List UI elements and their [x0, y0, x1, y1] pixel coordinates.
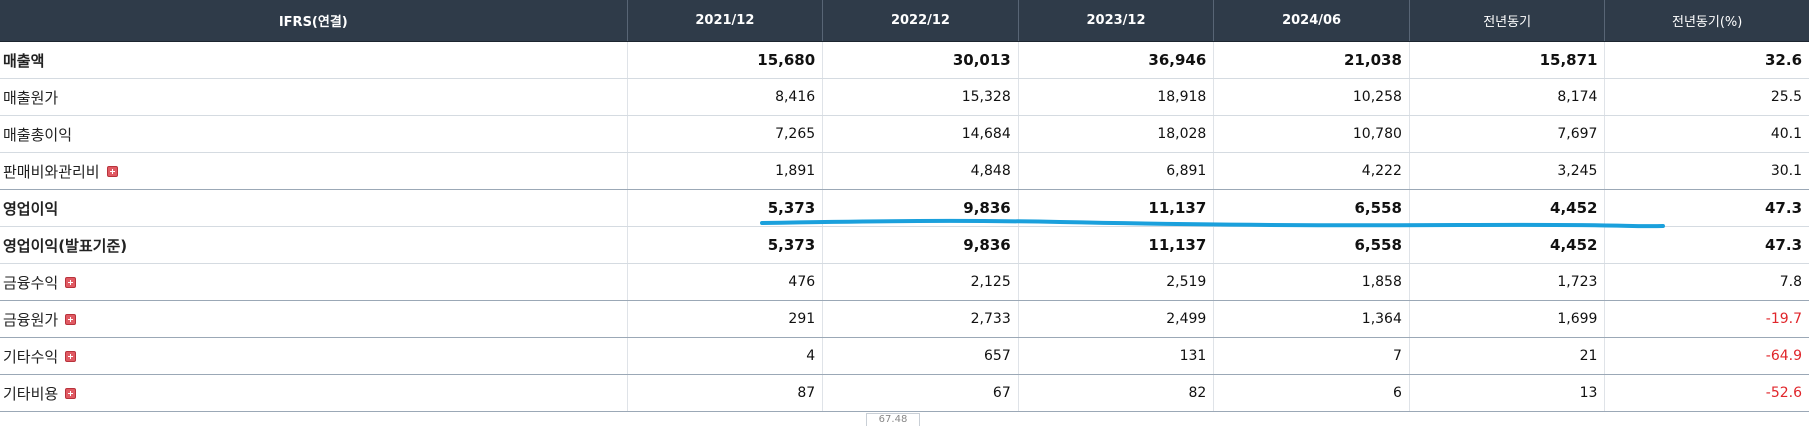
row-label: 금융원가: [3, 310, 59, 329]
row-value: 476: [628, 264, 824, 300]
table-row: 매출액 15,680 30,013 36,946 21,038 15,871 3…: [0, 42, 1809, 79]
table-row: 금융원가 291 2,733 2,499 1,364 1,699 -19.7: [0, 301, 1809, 338]
row-label-cell: 금융수익: [0, 264, 628, 300]
row-value: 21,038: [1214, 42, 1410, 78]
table-row: 기타수익 4 657 131 7 21 -64.9: [0, 338, 1809, 375]
row-value: 15,680: [628, 42, 824, 78]
header-col-prev-period-pct: 전년동기(%): [1672, 15, 1743, 30]
row-value: 1,858: [1214, 264, 1410, 300]
bottom-tooltip-stub: 67.48: [866, 413, 920, 426]
row-value: 7,697: [1410, 116, 1606, 152]
row-value: 11,137: [1019, 227, 1215, 263]
row-value: 30.1: [1770, 163, 1803, 179]
row-value: 131: [1019, 338, 1215, 374]
row-value: 47.3: [1765, 236, 1803, 254]
row-value: 4,848: [823, 153, 1019, 189]
row-value: 7.8: [1779, 274, 1803, 290]
row-value: 2,733: [823, 301, 1019, 337]
table-header: IFRS(연결) 2021/12 2022/12 2023/12 2024/06…: [0, 0, 1809, 42]
row-value: 9,836: [823, 227, 1019, 263]
row-label: 기타비용: [3, 384, 59, 403]
row-value: 7: [1214, 338, 1410, 374]
row-label: 영업이익(발표기준): [0, 227, 628, 263]
row-value: 15,871: [1410, 42, 1606, 78]
financial-table: IFRS(연결) 2021/12 2022/12 2023/12 2024/06…: [0, 0, 1809, 412]
header-col-2024-06: 2024/06: [1214, 0, 1410, 41]
row-label: 금융수익: [3, 273, 59, 292]
expand-plus-icon[interactable]: [65, 276, 77, 288]
row-value: 15,328: [823, 79, 1019, 115]
row-label: 판매비와관리비: [3, 162, 100, 181]
row-value: 291: [628, 301, 824, 337]
header-label: IFRS(연결): [0, 0, 628, 41]
row-value: 2,125: [823, 264, 1019, 300]
row-value: 6: [1214, 375, 1410, 411]
expand-plus-icon[interactable]: [65, 313, 77, 325]
row-value: 1,364: [1214, 301, 1410, 337]
row-value: 657: [823, 338, 1019, 374]
expand-plus-icon[interactable]: [65, 387, 77, 399]
row-value: 82: [1019, 375, 1215, 411]
row-value: 1,699: [1410, 301, 1606, 337]
table-row: 매출원가 8,416 15,328 18,918 10,258 8,174 25…: [0, 79, 1809, 116]
row-value: 67: [823, 375, 1019, 411]
row-value: -19.7: [1765, 311, 1803, 327]
table-row: 기타비용 87 67 82 6 13 -52.6: [0, 375, 1809, 412]
expand-plus-icon[interactable]: [65, 350, 77, 362]
row-value: 8,174: [1410, 79, 1606, 115]
row-value: -64.9: [1765, 348, 1803, 364]
row-value: 2,499: [1019, 301, 1215, 337]
row-value: 3,245: [1410, 153, 1606, 189]
row-label: 매출총이익: [0, 116, 628, 152]
row-value: 6,891: [1019, 153, 1215, 189]
table-row: 판매비와관리비 1,891 4,848 6,891 4,222 3,245 30…: [0, 153, 1809, 190]
row-label: 매출원가: [0, 79, 628, 115]
header-col-2021-12: 2021/12: [628, 0, 824, 41]
row-value: 30,013: [823, 42, 1019, 78]
row-value: 10,780: [1214, 116, 1410, 152]
row-value: 7,265: [628, 116, 824, 152]
row-value: 10,258: [1214, 79, 1410, 115]
row-value: 18,918: [1019, 79, 1215, 115]
row-label: 매출액: [0, 42, 628, 78]
row-label-cell: 금융원가: [0, 301, 628, 337]
row-value: 4: [628, 338, 824, 374]
expand-plus-icon[interactable]: [106, 165, 118, 177]
row-value: 13: [1410, 375, 1606, 411]
row-value: 1,723: [1410, 264, 1606, 300]
row-value: 14,684: [823, 116, 1019, 152]
row-value: 87: [628, 375, 824, 411]
header-col-2022-12: 2022/12: [823, 0, 1019, 41]
header-col-2023-12: 2023/12: [1019, 0, 1215, 41]
row-value: 18,028: [1019, 116, 1215, 152]
row-value: 8,416: [628, 79, 824, 115]
row-value: 5,373: [628, 227, 824, 263]
row-value: 25.5: [1770, 89, 1803, 105]
row-value: 36,946: [1019, 42, 1215, 78]
row-label: 기타수익: [3, 347, 59, 366]
row-label: 영업이익: [0, 190, 628, 226]
row-label-cell: 기타수익: [0, 338, 628, 374]
row-label-cell: 기타비용: [0, 375, 628, 411]
row-value: 6,558: [1214, 227, 1410, 263]
annotation-underline: [760, 218, 1665, 229]
row-value: -52.6: [1765, 385, 1803, 401]
header-col-prev-period: 전년동기: [1410, 0, 1606, 41]
row-value: 21: [1410, 338, 1606, 374]
table-row: 매출총이익 7,265 14,684 18,028 10,780 7,697 4…: [0, 116, 1809, 153]
row-value: 40.1: [1770, 126, 1803, 142]
table-row: 영업이익(발표기준) 5,373 9,836 11,137 6,558 4,45…: [0, 227, 1809, 264]
row-value: 4,452: [1410, 227, 1606, 263]
row-value: 4,222: [1214, 153, 1410, 189]
table-row: 금융수익 476 2,125 2,519 1,858 1,723 7.8: [0, 264, 1809, 301]
row-value: 2,519: [1019, 264, 1215, 300]
row-value: 32.6: [1765, 51, 1803, 69]
row-value: 1,891: [628, 153, 824, 189]
row-label-cell: 판매비와관리비: [0, 153, 628, 189]
